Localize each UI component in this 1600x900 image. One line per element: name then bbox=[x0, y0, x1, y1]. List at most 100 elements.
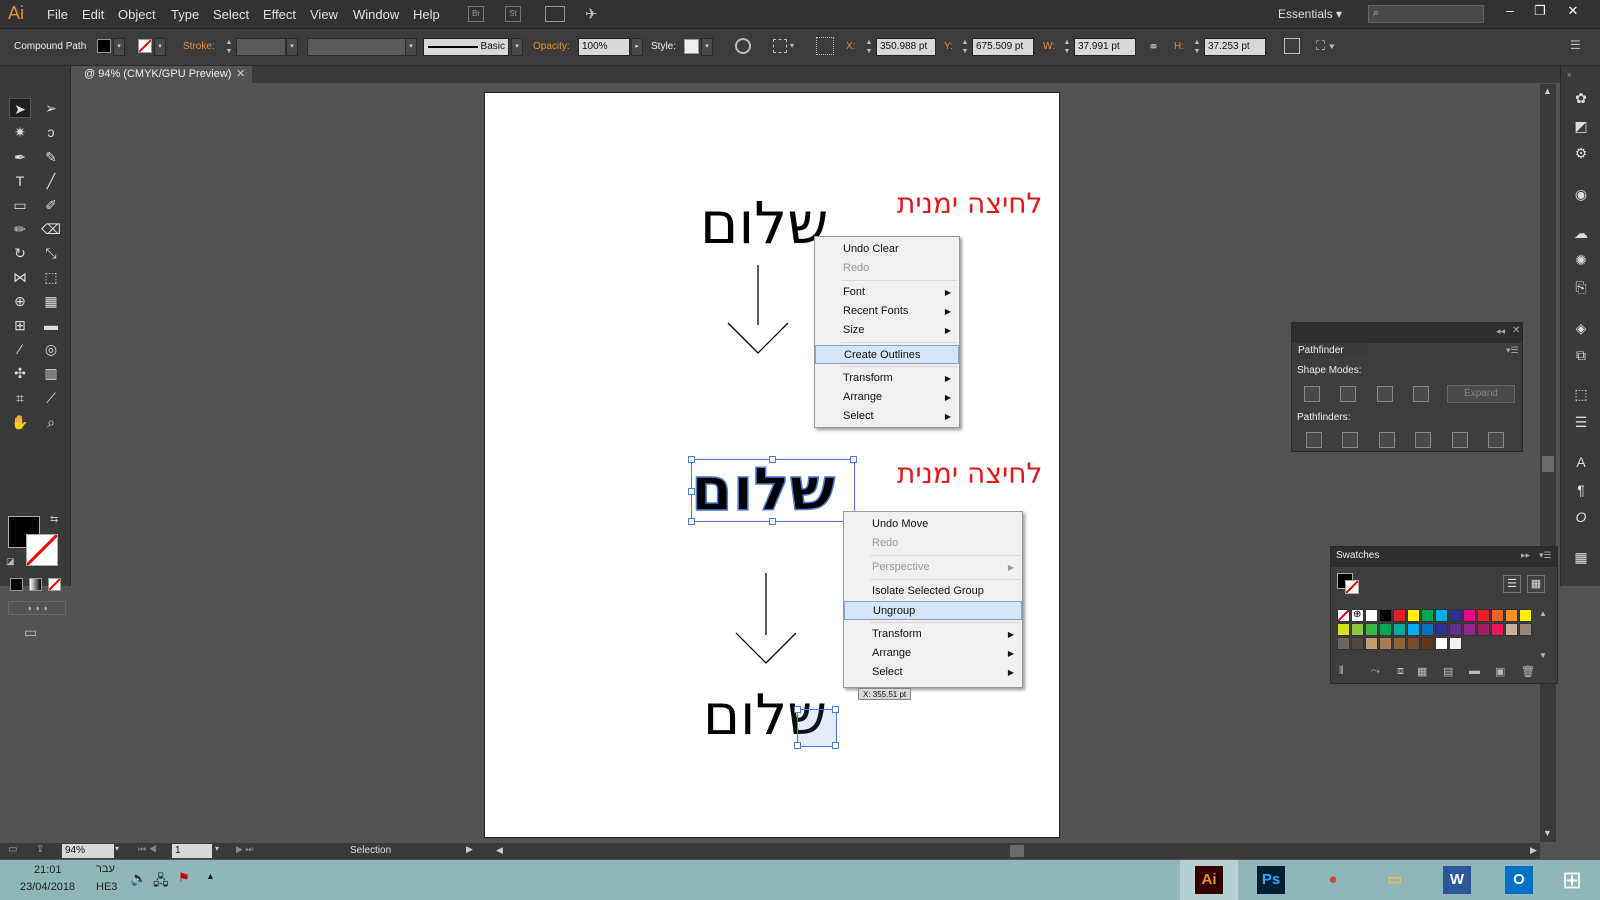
align-to-icon[interactable] bbox=[773, 39, 787, 53]
drawing-modes-icon[interactable]: ◑ ◑ ◑ bbox=[8, 601, 66, 615]
hebrew-word-text[interactable]: שלום bbox=[700, 189, 828, 257]
h-spinner[interactable]: ▲ ▼ bbox=[1192, 38, 1202, 56]
curvature-tool-icon[interactable]: ✎ bbox=[40, 147, 62, 167]
color-swatch[interactable] bbox=[1505, 623, 1518, 636]
taskbar-outlook[interactable]: O bbox=[1490, 860, 1548, 900]
ctx-menu-item-recent-fonts[interactable]: Recent Fonts ▶ bbox=[815, 302, 959, 321]
minus-back-icon[interactable] bbox=[1488, 432, 1504, 448]
color-swatch[interactable] bbox=[1421, 609, 1434, 622]
width-tool-icon[interactable]: ⋈ bbox=[9, 267, 31, 287]
layers-icon[interactable]: ◈ bbox=[1569, 317, 1593, 339]
registration-swatch[interactable]: ⊕ bbox=[1351, 609, 1364, 622]
ctx-menu-item-undo-move[interactable]: Undo Move bbox=[844, 515, 1022, 534]
ctx-menu-item-size[interactable]: Size ▶ bbox=[815, 321, 959, 340]
ctx-menu-item-arrange[interactable]: Arrange ▶ bbox=[844, 644, 1022, 663]
color-panel-icon[interactable]: ✿ bbox=[1569, 87, 1593, 109]
color-swatch[interactable] bbox=[1421, 623, 1434, 636]
transform-panel-icon[interactable] bbox=[1284, 38, 1300, 54]
zoom-field[interactable]: 94% bbox=[62, 844, 114, 858]
panel-close-icon[interactable]: ✕ bbox=[1512, 325, 1520, 336]
color-swatch[interactable] bbox=[1519, 609, 1532, 622]
stroke-label[interactable]: Stroke: bbox=[183, 41, 215, 52]
menu-help[interactable]: Help bbox=[413, 7, 440, 22]
horizontal-scrollbar[interactable]: ◀ ▶ bbox=[480, 843, 1540, 859]
color-swatch[interactable] bbox=[1449, 623, 1462, 636]
taskbar-word[interactable]: W bbox=[1428, 860, 1486, 900]
h-field[interactable]: 37.253 pt bbox=[1204, 38, 1266, 56]
keyboard-layout[interactable]: HE3 bbox=[96, 881, 117, 893]
swatch-libraries-icon[interactable]: ⫴ bbox=[1339, 665, 1344, 678]
selected-letter-box[interactable] bbox=[794, 706, 839, 749]
fill-dropdown[interactable]: ▾ bbox=[113, 38, 125, 56]
swatches-scroll-down-icon[interactable]: ▼ bbox=[1539, 651, 1547, 660]
mesh-tool-icon[interactable]: ⊞ bbox=[9, 315, 31, 335]
gradient-tool-icon[interactable]: ▬ bbox=[40, 315, 62, 335]
menu-effect[interactable]: Effect bbox=[263, 7, 296, 22]
selection-tool-icon[interactable]: ➤ bbox=[9, 98, 31, 118]
color-swatch[interactable] bbox=[1477, 623, 1490, 636]
opacity-stepper[interactable]: ▸ bbox=[631, 38, 643, 56]
color-swatch[interactable] bbox=[1407, 623, 1420, 636]
show-hidden-icons[interactable]: ▲ bbox=[206, 871, 215, 881]
color-swatch[interactable] bbox=[1379, 623, 1392, 636]
color-swatch[interactable] bbox=[1407, 637, 1420, 650]
ctx-menu-item-transform[interactable]: Transform ▶ bbox=[844, 625, 1022, 644]
color-swatch[interactable] bbox=[1491, 623, 1504, 636]
x-spinner[interactable]: ▲ ▼ bbox=[864, 38, 874, 56]
swatches-menu-icon[interactable]: ▾☰ bbox=[1539, 550, 1552, 561]
color-swatch[interactable] bbox=[1477, 609, 1490, 622]
gpu-performance-icon[interactable]: ✈ bbox=[585, 5, 598, 23]
swatch-properties-icon[interactable]: ▤ bbox=[1443, 665, 1453, 678]
color-swatch[interactable] bbox=[1407, 609, 1420, 622]
thumbnail-view-icon[interactable]: ▦ bbox=[1527, 575, 1545, 593]
color-swatch[interactable] bbox=[1365, 637, 1378, 650]
color-swatch[interactable] bbox=[1505, 609, 1518, 622]
close-icon[interactable]: ✕ bbox=[1558, 3, 1588, 23]
color-swatch[interactable] bbox=[1337, 637, 1350, 650]
status-menu-icon[interactable]: ▶ bbox=[466, 844, 473, 855]
document-tab[interactable]: @ 94% (CMYK/GPU Preview) ✕ bbox=[72, 66, 252, 83]
direct-selection-tool-icon[interactable]: ➢ bbox=[40, 98, 62, 118]
align-icon[interactable]: ☰ bbox=[1569, 411, 1593, 433]
close-tab-icon[interactable]: ✕ bbox=[236, 66, 245, 83]
color-swatch[interactable] bbox=[1449, 637, 1462, 650]
shape-builder-tool-icon[interactable]: ⊕ bbox=[9, 291, 31, 311]
stroke-weight-spinner[interactable]: ▲ ▼ bbox=[224, 38, 234, 56]
vertical-scroll-thumb[interactable] bbox=[1542, 456, 1554, 472]
menu-edit[interactable]: Edit bbox=[82, 7, 104, 22]
opacity-label[interactable]: Opacity: bbox=[533, 41, 570, 52]
menu-file[interactable]: File bbox=[47, 7, 68, 22]
eyedropper-tool-icon[interactable]: ⁄ bbox=[9, 339, 31, 359]
control-panel-menu-icon[interactable]: ☰ bbox=[1570, 38, 1581, 52]
trim-icon[interactable] bbox=[1342, 432, 1358, 448]
color-swatch[interactable] bbox=[1393, 609, 1406, 622]
share-icon[interactable]: ⇪ bbox=[36, 844, 44, 855]
artboard-tool-icon[interactable]: ⌗ bbox=[9, 388, 31, 408]
color-mode-icon[interactable] bbox=[10, 578, 23, 591]
dock-collapse-icon[interactable]: » bbox=[1567, 70, 1571, 79]
ctx-menu-item-select[interactable]: Select ▶ bbox=[815, 407, 959, 426]
menu-select[interactable]: Select bbox=[213, 7, 249, 22]
color-swatch[interactable] bbox=[1435, 623, 1448, 636]
zoom-dropdown[interactable]: ▾ bbox=[115, 844, 127, 858]
swatches-panel-header[interactable]: Swatches ▸▸ ▾☰ bbox=[1331, 547, 1557, 567]
color-swatch[interactable] bbox=[1379, 637, 1392, 650]
panel-collapse-icon[interactable]: ◂◂ bbox=[1496, 326, 1505, 337]
bridge-icon[interactable]: Br bbox=[468, 6, 484, 22]
color-swatch[interactable] bbox=[1435, 609, 1448, 622]
taskbar-illustrator[interactable]: Ai bbox=[1180, 860, 1238, 900]
column-graph-tool-icon[interactable]: ▥ bbox=[40, 363, 62, 383]
crop-icon[interactable] bbox=[1415, 432, 1431, 448]
style-dropdown[interactable]: ▾ bbox=[701, 38, 713, 56]
opacity-field[interactable]: 100% bbox=[578, 38, 630, 56]
brushes-icon[interactable]: ⎘ bbox=[1569, 276, 1593, 298]
color-guide-icon[interactable]: ◩ bbox=[1569, 115, 1593, 137]
align-dropdown-icon[interactable]: ▾ bbox=[790, 41, 794, 50]
brush-definition-field[interactable]: Basic bbox=[423, 38, 509, 56]
windows-start-icon[interactable]: ⊞ bbox=[1562, 866, 1582, 895]
stroke-weight-dropdown[interactable]: ▾ bbox=[286, 38, 298, 56]
swatches-scroll-up-icon[interactable]: ▲ bbox=[1539, 609, 1547, 618]
symbol-sprayer-tool-icon[interactable]: ✣ bbox=[9, 363, 31, 383]
unite-icon[interactable] bbox=[1304, 386, 1320, 402]
color-swatch[interactable] bbox=[1365, 623, 1378, 636]
